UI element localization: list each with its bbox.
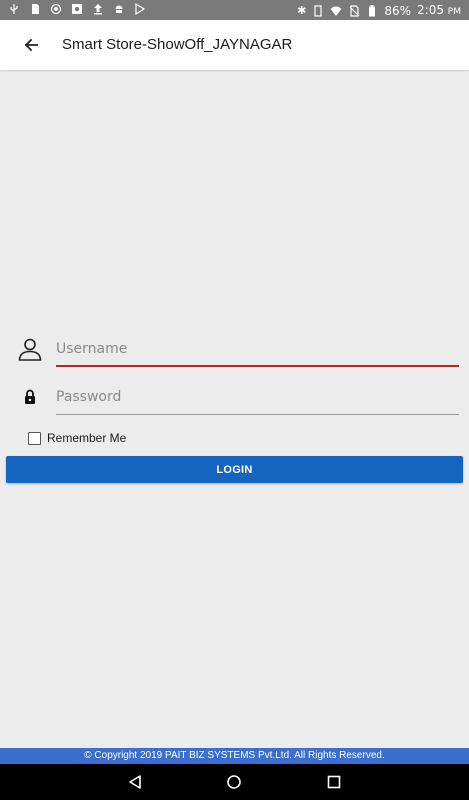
usb-icon — [10, 4, 18, 14]
arrow-left-icon — [24, 38, 38, 52]
nav-home-button[interactable] — [223, 772, 245, 792]
clock-time: 2:05 — [417, 3, 444, 17]
square-recents-icon — [327, 775, 341, 789]
remember-me-toggle[interactable]: Remember Me — [28, 431, 126, 445]
nav-recents-button[interactable] — [323, 772, 345, 792]
app-title: Smart Store-ShowOff_JAYNAGAR — [62, 36, 293, 53]
battery-icon — [369, 5, 376, 17]
play-store-icon — [135, 3, 146, 15]
bluetooth-icon: ✱ — [297, 4, 307, 17]
username-row — [16, 333, 459, 367]
no-sim-icon — [349, 5, 360, 17]
remember-me-checkbox[interactable] — [28, 431, 41, 445]
nav-back-button[interactable] — [124, 772, 146, 792]
login-button[interactable]: LOGIN — [6, 456, 463, 483]
clock: 2:05 PM — [417, 3, 461, 19]
status-bar: ✱ 86% 2:05 PM — [0, 0, 469, 20]
remember-me-label: Remember Me — [47, 431, 127, 445]
clock-suffix: PM — [447, 7, 461, 17]
back-button[interactable] — [18, 33, 44, 57]
system-status: ✱ 86% 2:05 PM — [297, 3, 461, 19]
username-input[interactable] — [56, 335, 459, 363]
triangle-back-icon — [129, 775, 141, 789]
android-icon — [115, 5, 123, 13]
username-underline — [56, 365, 459, 367]
record-icon — [50, 3, 62, 15]
vibrate-icon — [314, 5, 322, 17]
password-input[interactable] — [56, 383, 459, 411]
password-underline — [56, 414, 459, 415]
app-bar: Smart Store-ShowOff_JAYNAGAR — [0, 20, 469, 70]
upload-icon — [94, 4, 102, 15]
photo-icon — [72, 4, 82, 14]
battery-percent: 86% — [384, 4, 412, 18]
password-row — [16, 381, 459, 415]
user-icon — [16, 335, 44, 363]
login-screen: ✱ 86% 2:05 PM Smart Store-ShowOff_JAYNAG… — [0, 0, 469, 800]
notification-icons — [8, 3, 146, 15]
wifi-icon — [330, 6, 342, 16]
circle-home-icon — [227, 775, 241, 789]
copyright-footer: © Copyright 2019 PAIT BIZ SYSTEMS Pvt.Lt… — [0, 748, 469, 764]
lock-icon — [16, 383, 44, 411]
sd-card-icon — [32, 4, 39, 14]
navigation-bar — [0, 764, 469, 800]
